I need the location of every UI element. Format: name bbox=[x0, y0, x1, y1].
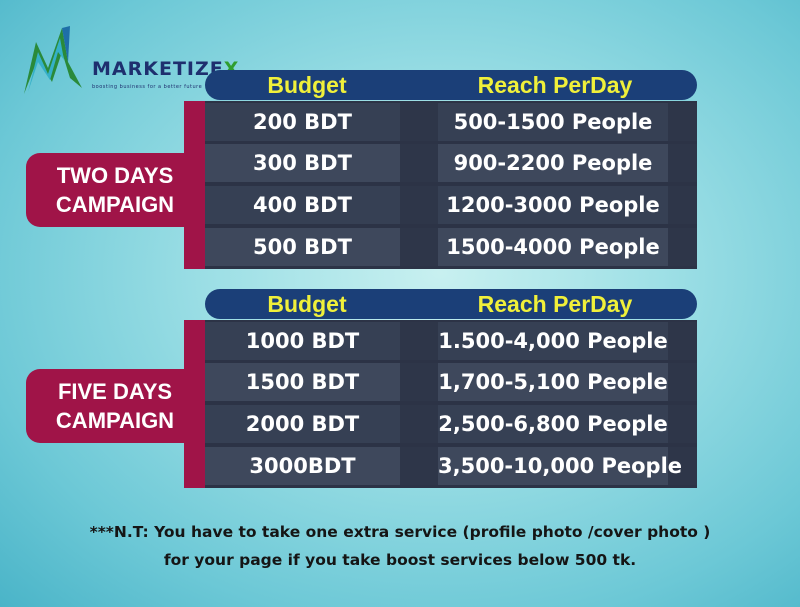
brand-logo: MARKETIZEX boosting business for a bette… bbox=[18, 22, 238, 98]
reach-cell: 500-1500 People bbox=[453, 110, 653, 134]
budget-cell: 400 BDT bbox=[253, 193, 352, 217]
campaign-label: FIVE DAYS CAMPAIGN bbox=[26, 369, 204, 443]
budget-cell: 200 BDT bbox=[253, 110, 352, 134]
budget-cell: 300 BDT bbox=[253, 151, 352, 175]
reach-cell: 2,500-6,800 People bbox=[438, 412, 668, 436]
pricing-table: 200 BDT 500-1500 People 300 BDT 900-2200… bbox=[184, 101, 697, 269]
reach-cell: 1.500-4,000 People bbox=[438, 329, 668, 353]
budget-cell: 1500 BDT bbox=[245, 370, 360, 394]
table-row: 1500 BDT 1,700-5,100 People bbox=[205, 363, 697, 401]
note-line-1: ***N.T: You have to take one extra servi… bbox=[89, 523, 711, 541]
budget-cell: 3000BDT bbox=[249, 454, 356, 478]
table-row: 3000BDT 3,500-10,000 People bbox=[205, 447, 697, 485]
budget-cell: 500 BDT bbox=[253, 235, 352, 259]
reach-cell: 3,500-10,000 People bbox=[438, 454, 683, 478]
table-row: 400 BDT 1200-3000 People bbox=[205, 186, 697, 224]
budget-cell: 2000 BDT bbox=[245, 412, 360, 436]
reach-header: Reach PerDay bbox=[477, 291, 633, 317]
reach-cell: 900-2200 People bbox=[453, 151, 653, 175]
reach-cell: 1,700-5,100 People bbox=[438, 370, 668, 394]
reach-cell: 1500-4000 People bbox=[446, 235, 660, 259]
marketizex-logo-icon bbox=[24, 26, 82, 94]
budget-header: Budget bbox=[267, 72, 347, 98]
pricing-table: 1000 BDT 1.500-4,000 People 1500 BDT 1,7… bbox=[184, 320, 697, 488]
campaign-label-line1: FIVE DAYS bbox=[57, 379, 173, 404]
campaign-label-line2: CAMPAIGN bbox=[55, 192, 175, 217]
budget-header: Budget bbox=[267, 291, 347, 317]
brand-tagline: boosting business for a better future bbox=[92, 84, 203, 90]
table-row: 200 BDT 500-1500 People bbox=[205, 103, 697, 141]
budget-cell: 1000 BDT bbox=[245, 329, 360, 353]
campaign-label: TWO DAYS CAMPAIGN bbox=[26, 153, 204, 227]
table-row: 500 BDT 1500-4000 People bbox=[205, 228, 697, 266]
campaign-label-line1: TWO DAYS bbox=[56, 163, 174, 188]
reach-cell: 1200-3000 People bbox=[446, 193, 660, 217]
table-row: 2000 BDT 2,500-6,800 People bbox=[205, 405, 697, 443]
table-row: 1000 BDT 1.500-4,000 People bbox=[205, 322, 697, 360]
note-line-2: for your page if you take boost services… bbox=[163, 551, 637, 569]
table-row: 300 BDT 900-2200 People bbox=[205, 144, 697, 182]
campaign-label-line2: CAMPAIGN bbox=[55, 408, 175, 433]
reach-header: Reach PerDay bbox=[477, 72, 633, 98]
